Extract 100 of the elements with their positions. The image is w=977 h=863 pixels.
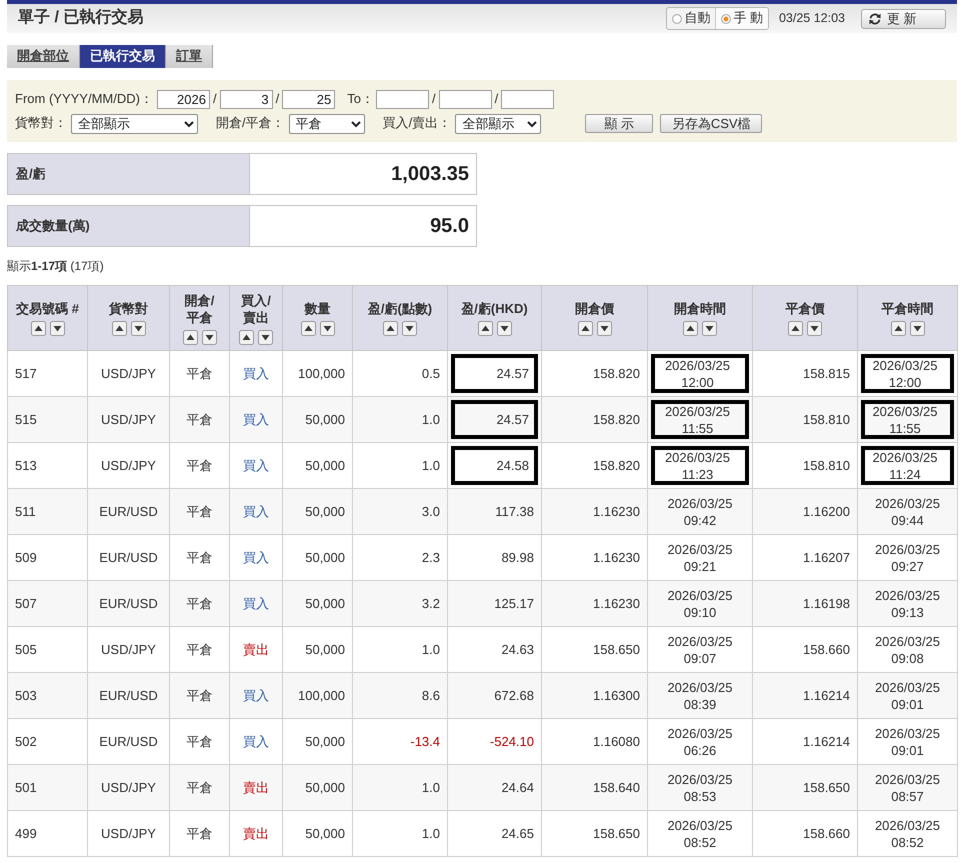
sort-down-icon[interactable] [402, 321, 417, 336]
open-time: 2026/03/25 09:21 [666, 540, 734, 574]
date-input[interactable]: 3 [220, 90, 273, 109]
profit-loss-value: -524.10 [490, 734, 534, 749]
mode-radio[interactable]: 自動 [667, 8, 716, 29]
close-time: 2026/03/25 09:08 [874, 632, 942, 666]
sort-up-icon[interactable] [30, 321, 46, 336]
currency-pair: USD/JPY [101, 826, 156, 841]
buy-sell-side: 買入 [243, 688, 269, 703]
sort-down-icon[interactable] [910, 321, 924, 336]
column-title: 平倉價 [784, 300, 826, 317]
date-separator: / [432, 91, 436, 108]
sort-up-icon[interactable] [683, 321, 698, 336]
trade-number: 503 [15, 688, 37, 703]
trade-amount: 50,000 [305, 734, 345, 749]
sort-up-icon[interactable] [478, 321, 492, 336]
profit-loss-value: 117.38 [495, 504, 534, 519]
currency-pair: EUR/USD [99, 596, 158, 611]
sort-up-icon[interactable] [300, 321, 316, 336]
sort-up-icon[interactable] [239, 330, 254, 344]
sort-down-icon[interactable] [130, 321, 146, 336]
date-input[interactable] [501, 90, 554, 109]
trade-amount: 100,000 [298, 366, 345, 381]
sort-down-icon[interactable] [258, 330, 273, 344]
date-input[interactable]: 2026 [156, 90, 210, 109]
pips-value: 1.0 [422, 780, 440, 795]
pips-value: 1.0 [422, 458, 440, 473]
pips-value: 1.0 [422, 412, 440, 427]
tab[interactable]: 訂單 [166, 45, 213, 68]
page-title: 單子 / 已執行交易 [18, 8, 144, 28]
close-time: 2026/03/25 08:57 [874, 770, 942, 804]
tab[interactable]: 已執行交易 [80, 45, 166, 68]
trade-amount: 50,000 [305, 550, 345, 565]
open-price: 1.16230 [593, 596, 640, 611]
sort-down-icon[interactable] [320, 321, 334, 336]
column-title: 開倉價 [574, 300, 615, 317]
trade-amount: 50,000 [305, 596, 345, 611]
trade-number: 509 [15, 550, 37, 565]
trade-amount: 50,000 [305, 642, 345, 657]
date-input[interactable] [376, 90, 429, 109]
open-close-type: 平倉 [186, 688, 212, 703]
buy-sell-side: 買入 [243, 550, 269, 565]
open-price: 158.820 [593, 458, 640, 473]
export-csv-button[interactable]: 另存為CSV檔 [660, 114, 762, 133]
sort-down-icon[interactable] [496, 321, 512, 336]
buy-sell-side: 買入 [243, 504, 269, 519]
close-time: 2026/03/25 09:13 [874, 586, 942, 620]
open-price: 158.650 [593, 642, 640, 657]
date-input[interactable]: 25 [282, 90, 336, 109]
trade-amount: 50,000 [305, 458, 345, 473]
date-range-label: From (YYYY/MM/DD)： [15, 91, 153, 108]
trade-amount: 50,000 [305, 826, 345, 841]
filter-label: 買入/賣出： [382, 115, 452, 132]
buy-sell-select[interactable]: 全部顯示 [455, 114, 542, 134]
mode-radio[interactable]: 手 動 [715, 8, 768, 29]
open-price: 158.650 [593, 826, 640, 841]
trade-number: 505 [15, 642, 37, 657]
column-title: 買入/賣出 [240, 292, 272, 326]
open-close-select[interactable]: 平倉 [288, 114, 365, 134]
profit-loss-value: 125.17 [494, 596, 534, 611]
sort-down-icon[interactable] [50, 321, 64, 336]
show-button[interactable]: 顯 示 [585, 114, 654, 133]
trade-amount: 50,000 [305, 780, 345, 795]
date-input[interactable] [438, 90, 492, 109]
sort-up-icon[interactable] [578, 321, 592, 336]
sort-down-icon[interactable] [596, 321, 612, 336]
open-close-type: 平倉 [186, 642, 212, 657]
sort-down-icon[interactable] [807, 321, 822, 336]
sort-up-icon[interactable] [182, 330, 198, 344]
currency-pair: USD/JPY [101, 780, 156, 795]
open-price: 158.640 [593, 780, 640, 795]
open-time: 2026/03/25 08:39 [666, 678, 734, 712]
summary-value: 1,003.35 [250, 153, 477, 195]
trade-number: 507 [15, 596, 37, 611]
filter-label: 開倉/平倉： [216, 115, 285, 132]
open-price: 158.820 [593, 366, 640, 381]
sort-down-icon[interactable] [202, 330, 216, 344]
refresh-button[interactable]: 更 新 [861, 8, 946, 28]
buy-sell-side: 買入 [243, 734, 269, 749]
buy-sell-side: 賣出 [243, 780, 269, 795]
update-time: 03/25 12:03 [778, 10, 845, 27]
open-price: 1.16230 [593, 504, 640, 519]
sort-up-icon[interactable] [788, 321, 803, 336]
open-price: 1.16080 [593, 734, 640, 749]
close-price: 158.810 [803, 412, 850, 427]
close-price: 158.815 [803, 366, 850, 381]
sort-up-icon[interactable] [890, 321, 906, 336]
open-close-type: 平倉 [186, 826, 212, 841]
open-time: 2026/03/25 08:52 [666, 816, 734, 850]
sort-up-icon[interactable] [383, 321, 398, 336]
profit-loss-value: 24.64 [501, 780, 534, 795]
trade-number: 515 [15, 412, 37, 427]
sort-down-icon[interactable] [702, 321, 717, 336]
filter-label: 貨幣對： [15, 115, 67, 132]
open-price: 158.820 [593, 412, 640, 427]
tab[interactable]: 開倉部位 [7, 45, 80, 68]
currency-pair-select[interactable]: 全部顯示 [71, 114, 198, 134]
summary-value: 95.0 [250, 205, 477, 247]
profit-loss-value: 24.63 [501, 642, 534, 657]
sort-up-icon[interactable] [112, 321, 126, 336]
